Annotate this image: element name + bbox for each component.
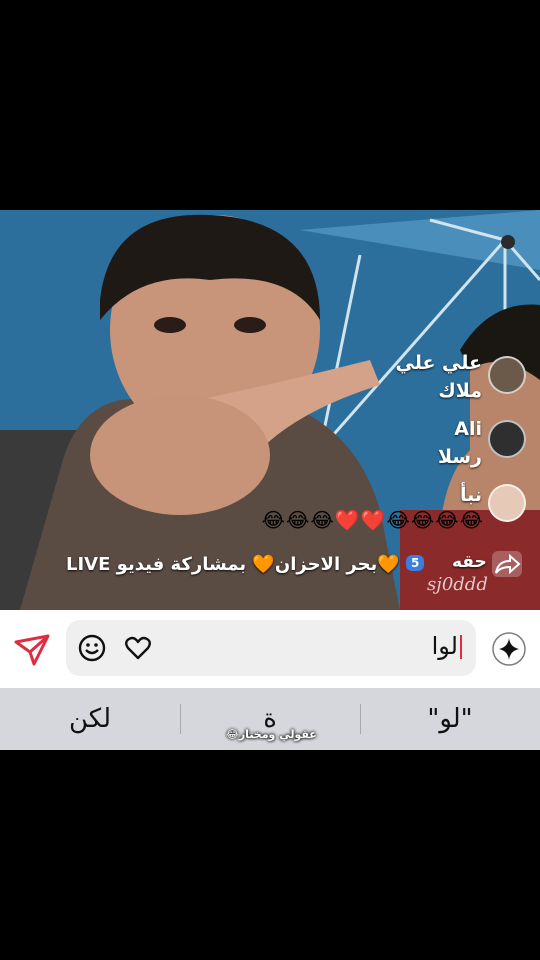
divider bbox=[360, 704, 361, 734]
emoji-icon[interactable] bbox=[78, 634, 106, 662]
emoji-reactions: 😂😂😂❤️❤️😂😂😂😂 bbox=[261, 508, 484, 532]
divider bbox=[180, 704, 181, 734]
ai-sparkle-icon[interactable] bbox=[490, 630, 528, 668]
watermark: sj0ddd bbox=[427, 574, 488, 595]
share-icon[interactable] bbox=[492, 551, 522, 577]
suggestion-item[interactable]: لكن bbox=[40, 704, 140, 734]
send-icon[interactable] bbox=[14, 634, 50, 666]
share-notice: 🧡بحر الاحزان🧡 بمشاركة فيديو LIVE bbox=[66, 554, 400, 575]
share-username: حقه bbox=[452, 552, 487, 572]
heart-icon[interactable] bbox=[124, 634, 152, 662]
avatar[interactable] bbox=[488, 420, 526, 458]
level-badge: 5 bbox=[406, 555, 425, 571]
input-text: لوا bbox=[432, 632, 462, 660]
live-video: علي علي ملاك Ali رسلا نبأ 😂😂😂❤️❤️😂😂😂😂 🧡ب… bbox=[0, 210, 540, 610]
comment-author: Ali bbox=[454, 418, 482, 440]
comment-text: ملاك bbox=[438, 380, 482, 402]
comment-author: علي علي bbox=[395, 352, 482, 374]
input-value: لوا bbox=[431, 632, 458, 660]
suggestion-item[interactable]: "لو" bbox=[400, 704, 500, 734]
message-input[interactable]: لوا bbox=[66, 620, 476, 676]
text-cursor bbox=[460, 635, 462, 659]
avatar[interactable] bbox=[488, 484, 526, 522]
streamer-figure bbox=[0, 214, 540, 610]
message-composer: لوا bbox=[0, 610, 540, 688]
video-caption: عقولي ومختار😂 bbox=[226, 728, 317, 741]
comment-author: نبأ bbox=[459, 484, 482, 506]
comment-text: رسلا bbox=[437, 446, 482, 468]
avatar[interactable] bbox=[488, 356, 526, 394]
